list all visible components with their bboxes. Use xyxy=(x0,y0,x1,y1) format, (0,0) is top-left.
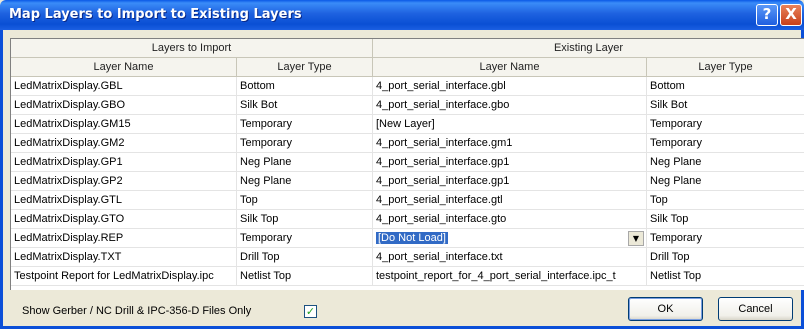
cancel-button[interactable]: Cancel xyxy=(718,297,793,321)
column-header-existing-layer-type[interactable]: Layer Type xyxy=(647,58,804,77)
cell-import-layer-type[interactable]: Temporary xyxy=(237,134,373,153)
combo-selected-value: [Do Not Load] xyxy=(376,232,448,244)
help-button[interactable]: ? xyxy=(756,4,778,26)
cell-existing-layer-name[interactable]: 4_port_serial_interface.gto xyxy=(373,210,647,229)
ok-button[interactable]: OK xyxy=(628,297,703,321)
cell-existing-layer-type[interactable]: Temporary xyxy=(647,115,804,134)
existing-layer-combo[interactable]: [Do Not Load] xyxy=(373,229,647,248)
cell-existing-layer-type[interactable]: Drill Top xyxy=(647,248,804,267)
table-row[interactable]: LedMatrixDisplay.GM2 Temporary 4_port_seri… xyxy=(11,134,804,153)
table-row[interactable]: LedMatrixDisplay.GP1 Neg Plane 4_port_seri… xyxy=(11,153,804,172)
gerber-filter-label: Show Gerber / NC Drill & IPC-356-D Files… xyxy=(22,305,252,317)
dropdown-arrow-icon[interactable]: ▼ xyxy=(628,231,644,246)
cell-import-layer-name[interactable]: LedMatrixDisplay.GBL xyxy=(11,77,237,96)
cell-existing-layer-type[interactable]: Neg Plane xyxy=(647,153,804,172)
cell-existing-layer-name[interactable]: 4_port_serial_interface.gp1 xyxy=(373,172,647,191)
cell-existing-layer-type[interactable]: Neg Plane xyxy=(647,172,804,191)
cell-import-layer-type[interactable]: Silk Top xyxy=(237,210,373,229)
cell-import-layer-name[interactable]: Testpoint Report for LedMatrixDisplay.ip… xyxy=(11,267,237,286)
cell-import-layer-name[interactable]: LedMatrixDisplay.TXT xyxy=(11,248,237,267)
cell-existing-layer-type[interactable]: Top xyxy=(647,191,804,210)
check-icon: ✓ xyxy=(305,305,316,318)
table-row[interactable]: LedMatrixDisplay.REP Temporary [Do Not Loa… xyxy=(11,229,804,248)
cell-existing-layer-type[interactable]: Temporary xyxy=(647,134,804,153)
cell-import-layer-name[interactable]: LedMatrixDisplay.REP xyxy=(11,229,237,248)
table-row[interactable]: LedMatrixDisplay.GTL Top 4_port_serial_int… xyxy=(11,191,804,210)
close-button[interactable]: X xyxy=(780,4,802,26)
cell-existing-layer-name[interactable]: [New Layer] xyxy=(373,115,647,134)
group-header-import: Layers to Import xyxy=(11,39,373,58)
cell-existing-layer-name[interactable]: 4_port_serial_interface.gtl xyxy=(373,191,647,210)
table-row[interactable]: LedMatrixDisplay.GBO Silk Bot 4_port_seria… xyxy=(11,96,804,115)
cell-existing-layer-name[interactable]: 4_port_serial_interface.gm1 xyxy=(373,134,647,153)
cell-existing-layer-name[interactable]: 4_port_serial_interface.gbo xyxy=(373,96,647,115)
column-header-row: Layer Name Layer Type Layer Name Layer T… xyxy=(11,58,804,77)
cell-existing-layer-name[interactable]: 4_port_serial_interface.gp1 xyxy=(373,153,647,172)
cell-existing-layer-name[interactable]: testpoint_report_for_4_port_serial_inter… xyxy=(373,267,647,286)
cell-import-layer-type[interactable]: Drill Top xyxy=(237,248,373,267)
cell-import-layer-type[interactable]: Neg Plane xyxy=(237,172,373,191)
column-header-existing-layer-name[interactable]: Layer Name xyxy=(373,58,647,77)
table-row[interactable]: LedMatrixDisplay.GTO Silk Top 4_port_seria… xyxy=(11,210,804,229)
column-header-import-layer-type[interactable]: Layer Type xyxy=(237,58,373,77)
group-header-existing: Existing Layer xyxy=(373,39,804,58)
cell-import-layer-name[interactable]: LedMatrixDisplay.GM2 xyxy=(11,134,237,153)
cell-import-layer-type[interactable]: Netlist Top xyxy=(237,267,373,286)
title-bar[interactable]: Map Layers to Import to Existing Layers … xyxy=(0,0,804,30)
cell-import-layer-type[interactable]: Neg Plane xyxy=(237,153,373,172)
window-title: Map Layers to Import to Existing Layers xyxy=(9,7,302,22)
cell-import-layer-type[interactable]: Temporary xyxy=(237,229,373,248)
cell-import-layer-type[interactable]: Bottom xyxy=(237,77,373,96)
cell-import-layer-type[interactable]: Top xyxy=(237,191,373,210)
cell-import-layer-name[interactable]: LedMatrixDisplay.GP2 xyxy=(11,172,237,191)
cell-import-layer-name[interactable]: LedMatrixDisplay.GP1 xyxy=(11,153,237,172)
cell-existing-layer-type[interactable]: Temporary xyxy=(647,229,804,248)
group-header-row: Layers to Import Existing Layer xyxy=(11,39,804,58)
cell-existing-layer-name[interactable]: 4_port_serial_interface.txt xyxy=(373,248,647,267)
cell-import-layer-type[interactable]: Temporary xyxy=(237,115,373,134)
table-row[interactable]: Testpoint Report for LedMatrixDisplay.ip… xyxy=(11,267,804,286)
gerber-filter-checkbox[interactable]: ✓ xyxy=(304,305,317,318)
table-row[interactable]: LedMatrixDisplay.GM15 Temporary [New Layer… xyxy=(11,115,804,134)
cell-import-layer-name[interactable]: LedMatrixDisplay.GM15 xyxy=(11,115,237,134)
cell-import-layer-name[interactable]: LedMatrixDisplay.GTO xyxy=(11,210,237,229)
cell-import-layer-name[interactable]: LedMatrixDisplay.GBO xyxy=(11,96,237,115)
cell-existing-layer-name[interactable]: 4_port_serial_interface.gbl xyxy=(373,77,647,96)
cell-existing-layer-type[interactable]: Silk Bot xyxy=(647,96,804,115)
cell-existing-layer-type[interactable]: Bottom xyxy=(647,77,804,96)
cell-import-layer-name[interactable]: LedMatrixDisplay.GTL xyxy=(11,191,237,210)
layer-mapping-grid[interactable]: Layers to Import Existing Layer Layer Na… xyxy=(10,38,804,290)
table-row[interactable]: LedMatrixDisplay.TXT Drill Top 4_port_seri… xyxy=(11,248,804,267)
column-header-import-layer-name[interactable]: Layer Name xyxy=(11,58,237,77)
table-row[interactable]: LedMatrixDisplay.GP2 Neg Plane 4_port_seri… xyxy=(11,172,804,191)
cell-existing-layer-type[interactable]: Netlist Top xyxy=(647,267,804,286)
cell-import-layer-type[interactable]: Silk Bot xyxy=(237,96,373,115)
cell-existing-layer-type[interactable]: Silk Top xyxy=(647,210,804,229)
table-row[interactable]: LedMatrixDisplay.GBL Bottom 4_port_serial_… xyxy=(11,77,804,96)
